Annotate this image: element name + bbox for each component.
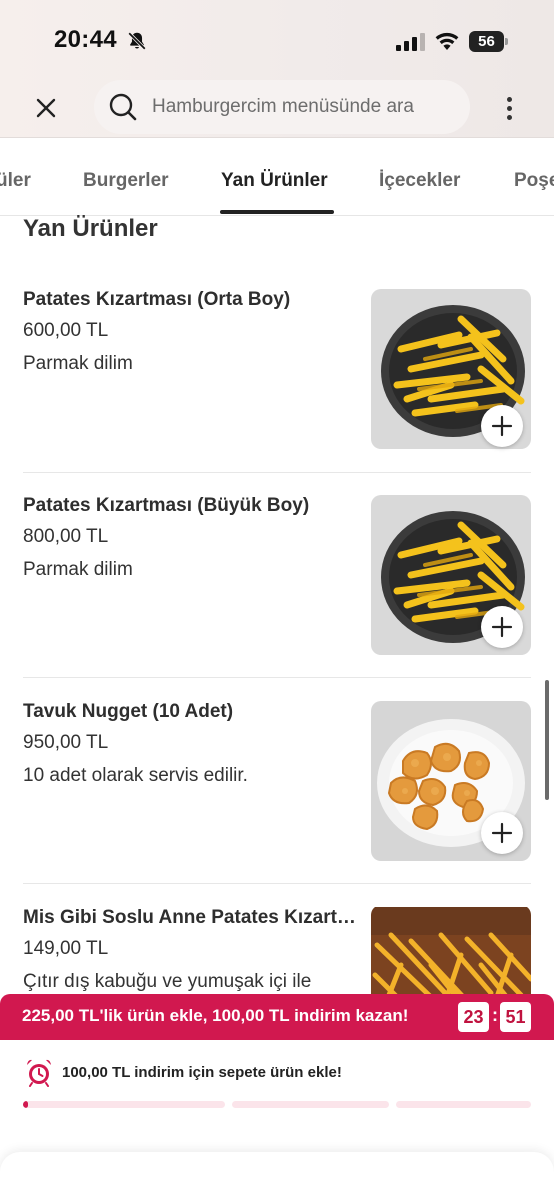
battery-indicator: 56 [469, 31, 509, 52]
item-name: Mis Gibi Soslu Anne Patates Kızartması [23, 907, 363, 928]
tab-yan-urunler[interactable]: Yan Ürünler [221, 170, 328, 192]
more-options-button[interactable] [494, 88, 524, 128]
wifi-icon [435, 32, 459, 50]
timer-seconds: 51 [500, 1002, 531, 1032]
item-price: 600,00 TL [23, 320, 109, 341]
add-to-cart-button[interactable] [481, 606, 523, 648]
item-name: Patates Kızartması (Orta Boy) [23, 289, 291, 310]
alarm-clock-icon [27, 1059, 51, 1087]
menu-item[interactable]: Patates Kızartması (Orta Boy) 600,00 TL … [0, 289, 554, 495]
menu-item[interactable]: Tavuk Nugget (10 Adet) 950,00 TL 10 adet… [0, 701, 554, 907]
add-to-cart-button[interactable] [481, 812, 523, 854]
status-bar: 20:44 56 [0, 0, 554, 80]
search-bar[interactable] [94, 80, 470, 134]
item-name: Tavuk Nugget (10 Adet) [23, 701, 234, 722]
tab-next[interactable]: Poşe [514, 170, 554, 192]
section-title: Yan Ürünler [23, 215, 158, 242]
item-description: Parmak dilim [23, 353, 133, 374]
item-price: 950,00 TL [23, 732, 109, 753]
timer-separator: : [492, 1005, 498, 1025]
menu-item[interactable]: Mis Gibi Soslu Anne Patates Kızartması 1… [0, 907, 554, 997]
more-dot-icon [506, 114, 512, 120]
timer-minutes: 23 [458, 1002, 489, 1032]
item-image [371, 907, 531, 997]
bell-muted-icon [128, 32, 146, 50]
progress-fill [23, 1101, 28, 1108]
close-icon [36, 98, 56, 118]
search-input[interactable] [152, 92, 452, 122]
item-divider [23, 472, 531, 473]
tab-previous[interactable]: üler [0, 170, 31, 192]
progress-segment [396, 1101, 531, 1108]
plus-icon [491, 415, 513, 437]
search-icon [109, 93, 137, 121]
more-dot-icon [506, 96, 512, 102]
category-tabs: üler Burgerler Yan Ürünler İçecekler Poş… [0, 138, 554, 216]
plus-icon [491, 822, 513, 844]
item-description: Çıtır dış kabuğu ve yumuşak içi ile [23, 971, 312, 992]
menu-item[interactable]: Patates Kızartması (Büyük Boy) 800,00 TL… [0, 495, 554, 701]
promo-hint: 100,00 TL indirim için sepete ürün ekle! [62, 1064, 342, 1081]
tab-icecekler[interactable]: İçecekler [379, 170, 460, 192]
fries-box-icon [371, 907, 531, 997]
item-price: 800,00 TL [23, 526, 109, 547]
item-description: 10 adet olarak servis edilir. [23, 765, 248, 786]
battery-level: 56 [478, 33, 495, 50]
promo-text: 225,00 TL'lik ürün ekle, 100,00 TL indir… [22, 1006, 409, 1025]
item-price: 149,00 TL [23, 938, 109, 959]
cellular-signal-icon [396, 33, 425, 51]
battery-cap [505, 38, 508, 45]
progress-segment [232, 1101, 389, 1108]
progress-segment [23, 1101, 225, 1108]
close-button[interactable] [28, 90, 64, 126]
status-time: 20:44 [54, 26, 117, 53]
promo-banner[interactable]: 225,00 TL'lik ürün ekle, 100,00 TL indir… [0, 994, 554, 1040]
scrollbar[interactable] [545, 680, 549, 800]
item-divider [23, 883, 531, 884]
more-dot-icon [506, 105, 512, 111]
active-tab-indicator [220, 210, 334, 214]
item-description: Parmak dilim [23, 559, 133, 580]
plus-icon [491, 616, 513, 638]
tab-burgerler[interactable]: Burgerler [83, 170, 169, 192]
add-to-cart-button[interactable] [481, 405, 523, 447]
top-header: 20:44 56 [0, 0, 554, 138]
item-name: Patates Kızartması (Büyük Boy) [23, 495, 310, 516]
bottom-sheet-edge [0, 1152, 554, 1200]
item-divider [23, 677, 531, 678]
